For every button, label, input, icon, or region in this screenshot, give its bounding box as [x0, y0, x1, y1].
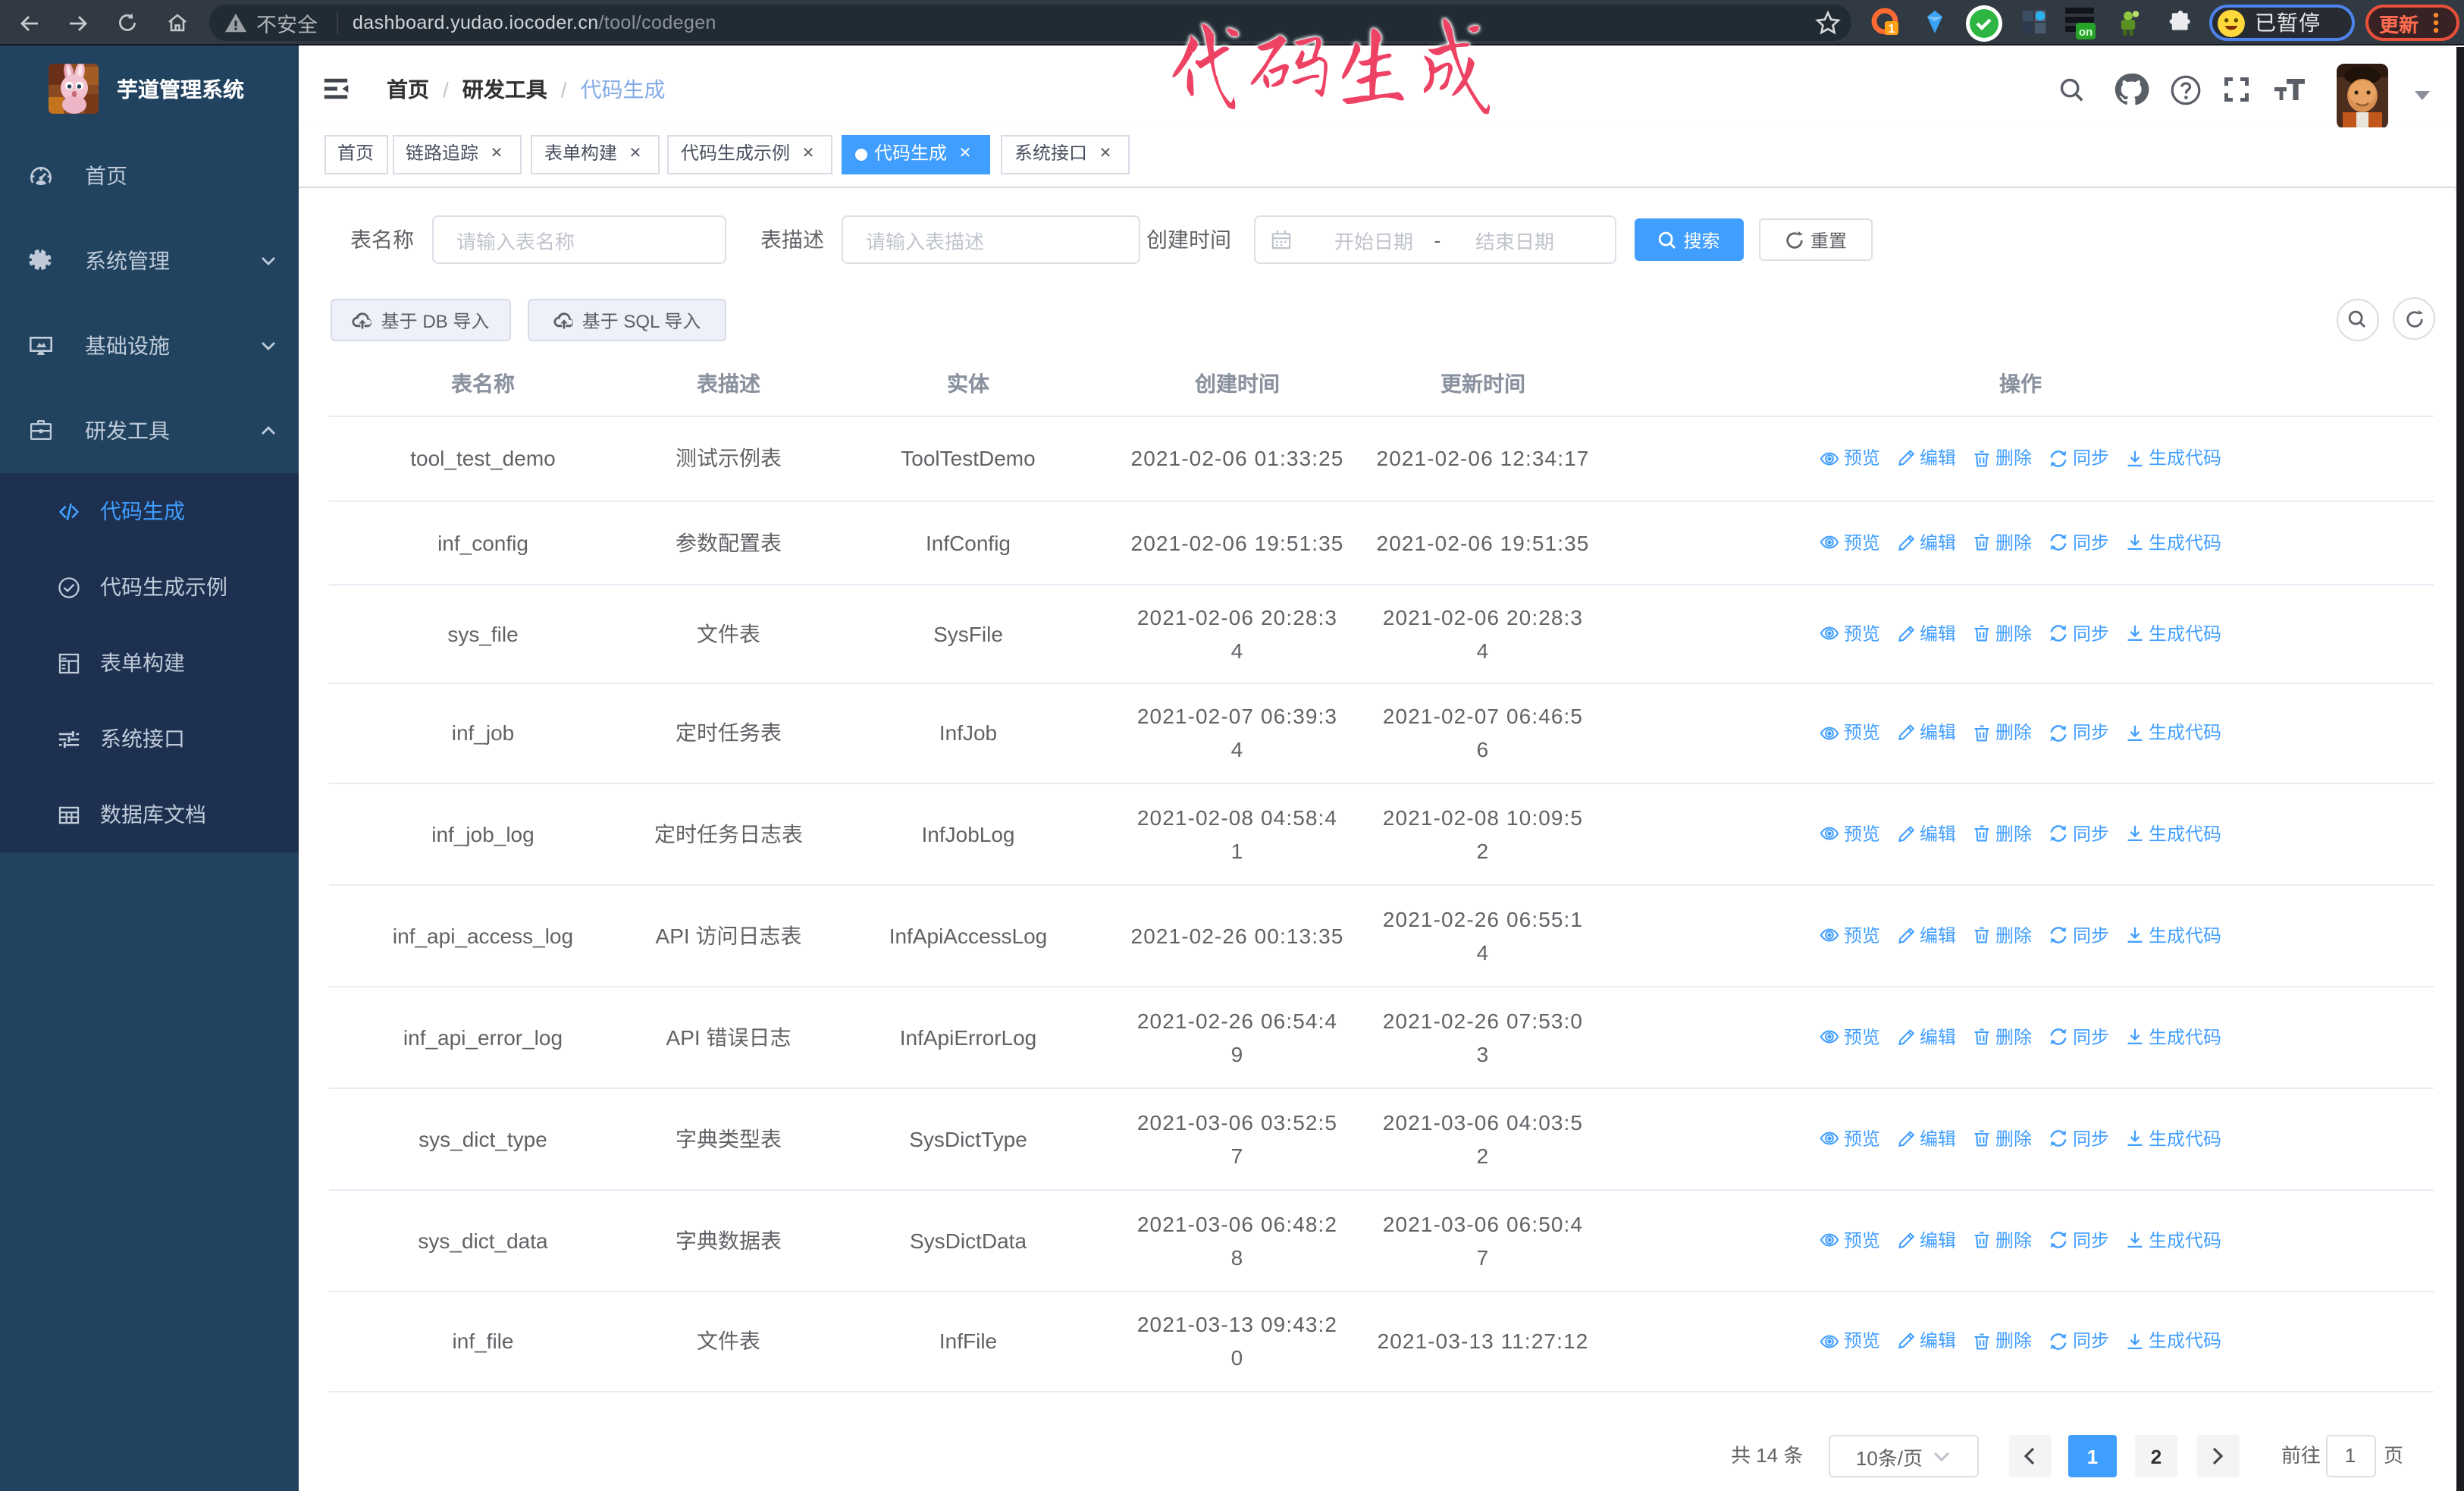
svg-text:1: 1: [1889, 23, 1895, 36]
svg-text:on: on: [2079, 26, 2093, 39]
